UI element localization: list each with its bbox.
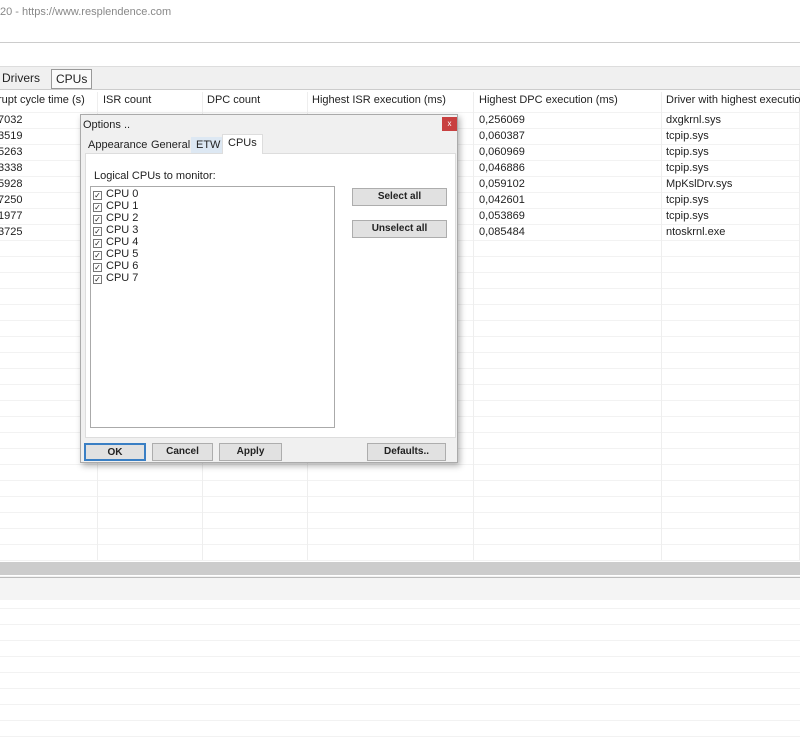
table-cell: 3338 [0,162,23,174]
table-cell: 1977 [0,210,23,222]
cpu-checkbox-item[interactable]: ✓ CPU 0 [93,188,138,200]
row-divider [0,640,800,641]
cpu-label: CPU 4 [106,236,139,248]
table-cell: 7250 [0,194,23,206]
column-header[interactable]: Driver with highest execution [666,94,800,106]
cpu-label: CPU 6 [106,260,139,272]
cpu-checkbox-item[interactable]: ✓ CPU 6 [93,260,138,272]
table-cell: 3519 [0,130,23,142]
table-cell: 7032 [0,114,23,126]
column-header[interactable]: rupt cycle time (s) [0,94,85,106]
table-cell: 0,046886 [479,162,525,174]
table-cell: 3725 [0,226,23,238]
cpu-list[interactable]: ✓ CPU 0 ✓ CPU 1 ✓ CPU 2 ✓ CPU 3 ✓ CPU 4 ✓ CPU 5 ✓ CPU… [90,186,335,428]
defaults-button[interactable]: Defaults.. [367,443,446,461]
row-divider [0,608,800,609]
table-cell: 5928 [0,178,23,190]
column-header[interactable]: Highest DPC execution (ms) [479,94,618,106]
close-button[interactable]: x [442,117,457,131]
row-divider [0,656,800,657]
cpu-checkbox-item[interactable]: ✓ CPU 2 [93,212,138,224]
cpus-panel: Logical CPUs to monitor: ✓ CPU 0 ✓ CPU 1 ✓ CP… [85,153,456,438]
cpu-checkbox-item[interactable]: ✓ CPU 3 [93,224,138,236]
table-cell: dxgkrnl.sys [666,114,722,126]
table-cell: 0,085484 [479,226,525,238]
tab-appearance[interactable]: Appearance [83,137,152,154]
table-cell: 0,256069 [479,114,525,126]
tab-cpus-options[interactable]: CPUs [222,134,263,154]
table-cell: 0,059102 [479,178,525,190]
table-cell: 0,042601 [479,194,525,206]
checkbox-icon[interactable]: ✓ [93,215,102,224]
table-cell: 5263 [0,146,23,158]
checkbox-icon[interactable]: ✓ [93,239,102,248]
cpu-checkbox-item[interactable]: ✓ CPU 1 [93,200,138,212]
cpu-label: CPU 0 [106,188,139,200]
cpu-label: CPU 3 [106,224,139,236]
row-divider [0,672,800,673]
tab-general[interactable]: General [146,137,195,154]
status-bar [0,577,800,600]
cancel-button[interactable]: Cancel [152,443,213,461]
cpu-checkbox-item[interactable]: ✓ CPU 5 [93,248,138,260]
cpu-label: CPU 2 [106,212,139,224]
table-cell: tcpip.sys [666,194,709,206]
main-tab-bar: Drivers CPUs [0,66,800,90]
horizontal-scrollbar[interactable] [0,562,800,575]
checkbox-icon[interactable]: ✓ [93,263,102,272]
table-cell: MpKslDrv.sys [666,178,733,190]
column-header[interactable]: Highest ISR execution (ms) [312,94,446,106]
cpu-label: CPU 5 [106,248,139,260]
column-header[interactable]: DPC count [207,94,260,106]
cpu-label: CPU 7 [106,272,139,284]
checkbox-icon[interactable]: ✓ [93,251,102,260]
table-cell: 0,060969 [479,146,525,158]
list-label: Logical CPUs to monitor: [94,170,216,182]
table-cell: tcpip.sys [666,210,709,222]
row-divider [0,560,800,561]
tab-cpus[interactable]: CPUs [51,69,93,89]
tab-etw[interactable]: ETW [191,137,226,154]
dialog-title: Options .. [83,119,131,131]
row-divider [0,624,800,625]
table-cell: 0,060387 [479,130,525,142]
table-cell: tcpip.sys [666,130,709,142]
cpu-checkbox-item[interactable]: ✓ CPU 4 [93,236,138,248]
column-header[interactable]: ISR count [103,94,151,106]
table-cell: tcpip.sys [666,162,709,174]
checkbox-icon[interactable]: ✓ [93,191,102,200]
divider [0,42,800,43]
cpu-checkbox-item[interactable]: ✓ CPU 7 [93,272,138,284]
checkbox-icon[interactable]: ✓ [93,275,102,284]
checkbox-icon[interactable]: ✓ [93,227,102,236]
row-divider [0,704,800,705]
row-divider [0,720,800,721]
table-cell: ntoskrnl.exe [666,226,726,238]
window-title: 20 - https://www.resplendence.com [0,6,172,18]
ok-button[interactable]: OK [84,443,146,461]
table-cell: 0,053869 [479,210,525,222]
unselect-all-button[interactable]: Unselect all [352,220,447,238]
checkbox-icon[interactable]: ✓ [93,203,102,212]
options-dialog: Options .. x Appearance General ETW CPUs… [80,114,458,463]
select-all-button[interactable]: Select all [352,188,447,206]
cpu-label: CPU 1 [106,200,139,212]
row-divider [0,688,800,689]
tab-drivers[interactable]: Drivers [0,69,44,89]
table-cell: tcpip.sys [666,146,709,158]
apply-button[interactable]: Apply [219,443,282,461]
